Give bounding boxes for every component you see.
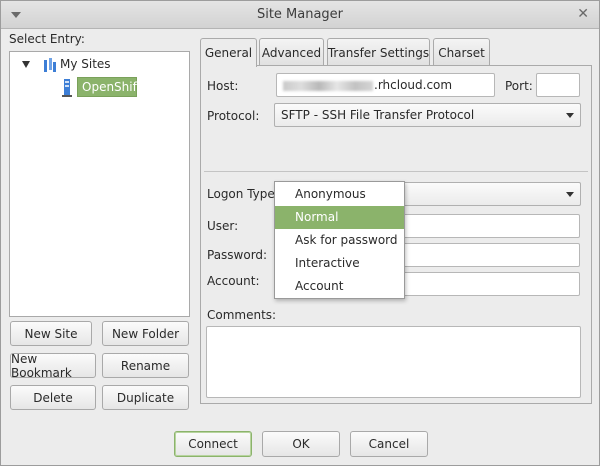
password-label: Password: — [207, 248, 268, 262]
comments-textarea[interactable] — [206, 326, 581, 398]
tab-advanced[interactable]: Advanced — [259, 38, 324, 66]
folder-icon — [44, 58, 56, 72]
logon-type-dropdown: Anonymous Normal Ask for password Intera… — [274, 181, 405, 299]
host-label: Host: — [207, 79, 239, 93]
server-icon — [62, 79, 72, 97]
tab-transfer-settings[interactable]: Transfer Settings — [327, 38, 430, 66]
comments-label: Comments: — [207, 308, 277, 322]
delete-button[interactable]: Delete — [10, 385, 96, 410]
tree-root-my-sites[interactable]: My Sites — [60, 57, 111, 71]
site-manager-window: Site Manager ✕ Select Entry: My Sites Op… — [0, 0, 600, 466]
logon-option-interactive[interactable]: Interactive — [275, 252, 404, 275]
select-entry-label: Select Entry: — [9, 32, 85, 46]
new-site-button[interactable]: New Site — [10, 321, 92, 346]
port-label: Port: — [505, 79, 533, 93]
title-bar: Site Manager ✕ — [1, 1, 599, 29]
new-bookmark-button[interactable]: New Bookmark — [10, 352, 96, 380]
account-label: Account: — [207, 274, 260, 288]
logon-option-ask-for-password[interactable]: Ask for password — [275, 229, 404, 252]
logon-option-anonymous[interactable]: Anonymous — [275, 183, 404, 206]
port-input[interactable] — [536, 73, 580, 97]
window-title: Site Manager — [256, 7, 344, 22]
tree-item-openshift[interactable]: OpenShift — [77, 77, 141, 97]
logon-type-label: Logon Type: — [207, 187, 279, 201]
user-label: User: — [207, 219, 239, 233]
protocol-label: Protocol: — [207, 109, 260, 123]
ok-button[interactable]: OK — [262, 431, 340, 457]
redacted-host-prefix — [283, 80, 373, 91]
logon-option-normal[interactable]: Normal — [275, 206, 404, 229]
expand-collapse-icon[interactable] — [22, 61, 30, 68]
tab-general[interactable]: General — [200, 38, 257, 67]
cancel-button[interactable]: Cancel — [350, 431, 428, 457]
section-divider — [204, 171, 588, 172]
new-folder-button[interactable]: New Folder — [102, 321, 189, 346]
host-value-suffix: .rhcloud.com — [374, 78, 453, 92]
chevron-down-icon — [566, 192, 574, 197]
host-input[interactable]: .rhcloud.com — [276, 73, 495, 97]
protocol-value: SFTP - SSH File Transfer Protocol — [281, 108, 475, 122]
protocol-select[interactable]: SFTP - SSH File Transfer Protocol — [274, 103, 581, 127]
rename-button[interactable]: Rename — [102, 353, 189, 378]
logon-option-account[interactable]: Account — [275, 275, 404, 298]
site-tree[interactable]: My Sites OpenShift — [9, 51, 190, 317]
close-icon[interactable]: ✕ — [577, 6, 589, 22]
duplicate-button[interactable]: Duplicate — [102, 385, 189, 410]
tab-charset[interactable]: Charset — [433, 38, 490, 66]
chevron-down-icon — [566, 113, 574, 118]
connect-button[interactable]: Connect — [174, 431, 252, 457]
